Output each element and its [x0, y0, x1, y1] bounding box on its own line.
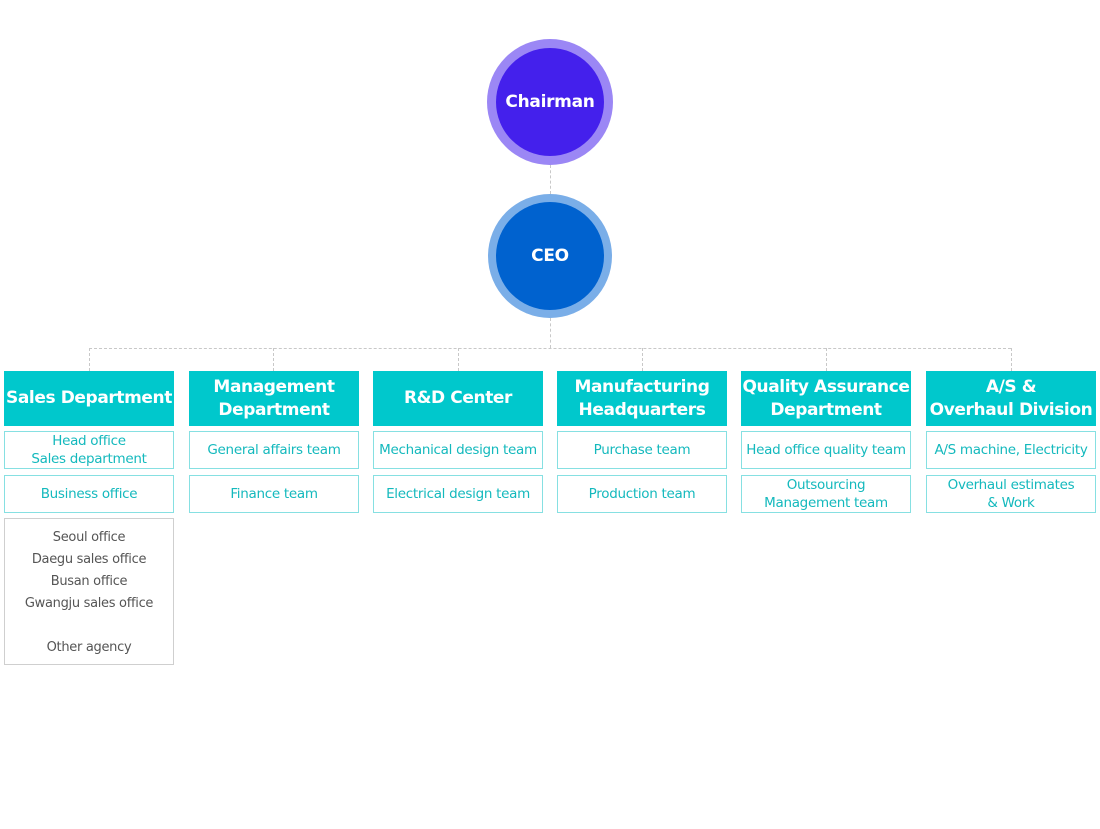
office-spacer	[5, 615, 173, 637]
team-box: Production team	[557, 475, 727, 513]
office-item: Seoul office	[52, 530, 126, 545]
chairman-node: Chairman	[487, 39, 613, 165]
chairman-label: Chairman	[496, 48, 604, 156]
team-box: Business office	[4, 475, 174, 513]
team-box: General affairs team	[189, 431, 359, 469]
dept-column-management: Management Department General affairs te…	[189, 371, 359, 513]
dept-column-rnd: R&D Center Mechanical design team Electr…	[373, 371, 543, 513]
connector-drop-rnd	[458, 348, 459, 371]
dept-column-manufacturing: Manufacturing Headquarters Purchase team…	[557, 371, 727, 513]
dept-header-quality: Quality Assurance Department	[741, 371, 911, 426]
dept-header-sales: Sales Department	[4, 371, 174, 426]
connector-drop-sales	[89, 348, 90, 371]
team-box: A/S machine, Electricity	[926, 431, 1096, 469]
dept-column-sales: Sales Department Head office Sales depar…	[4, 371, 174, 665]
dept-header-management: Management Department	[189, 371, 359, 426]
connector-drop-management	[273, 348, 274, 371]
office-item: Other agency	[46, 640, 132, 655]
dept-header-rnd: R&D Center	[373, 371, 543, 426]
team-box: Finance team	[189, 475, 359, 513]
dept-column-quality: Quality Assurance Department Head office…	[741, 371, 911, 513]
team-box: Outsourcing Management team	[741, 475, 911, 513]
connector-chairman-ceo	[550, 165, 551, 194]
connector-drop-as-overhaul	[1011, 348, 1012, 371]
dept-column-as-overhaul: A/S & Overhaul Division A/S machine, Ele…	[926, 371, 1096, 513]
team-box: Purchase team	[557, 431, 727, 469]
connector-drop-manufacturing	[642, 348, 643, 371]
ceo-node: CEO	[488, 194, 612, 318]
team-box: Mechanical design team	[373, 431, 543, 469]
office-list: Seoul office Daegu sales office Busan of…	[4, 518, 174, 665]
team-box: Electrical design team	[373, 475, 543, 513]
connector-horizontal-branch	[89, 348, 1011, 349]
dept-header-as-overhaul: A/S & Overhaul Division	[926, 371, 1096, 426]
office-item: Busan office	[50, 574, 128, 589]
ceo-label: CEO	[496, 202, 604, 310]
team-box: Head office Sales department	[4, 431, 174, 469]
team-box: Overhaul estimates & Work	[926, 475, 1096, 513]
connector-ceo-branch	[550, 318, 551, 348]
connector-drop-quality	[826, 348, 827, 371]
team-box: Head office quality team	[741, 431, 911, 469]
office-item: Gwangju sales office	[24, 596, 154, 611]
dept-header-manufacturing: Manufacturing Headquarters	[557, 371, 727, 426]
office-item: Daegu sales office	[31, 552, 147, 567]
